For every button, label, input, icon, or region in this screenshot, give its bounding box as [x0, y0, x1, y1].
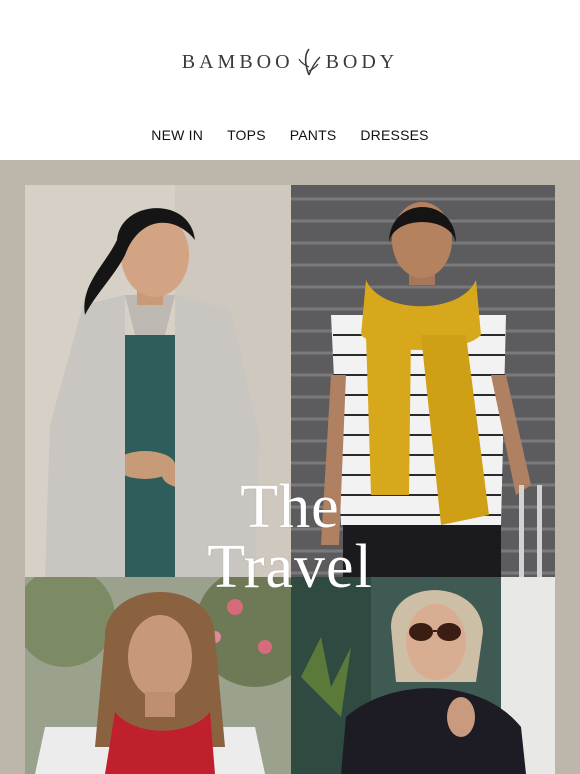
nav-item-new-in[interactable]: NEW IN [139, 124, 215, 146]
bamboo-leaf-icon [298, 48, 321, 76]
nav-item-tops[interactable]: TOPS [215, 124, 278, 146]
nav-item-pants[interactable]: PANTS [278, 124, 349, 146]
logo-word-left: BAMBOO [181, 50, 294, 73]
photo-mustard-scarf[interactable] [291, 185, 555, 577]
logo-word-right: BODY [325, 50, 399, 73]
photo-black-wrap[interactable] [291, 577, 555, 774]
brand-logo[interactable]: BAMBOO BODY [0, 46, 580, 78]
nav-item-dresses[interactable]: DRESSES [348, 124, 440, 146]
photo-grey-wrap[interactable] [25, 185, 291, 577]
hero-banner[interactable]: The Travel [0, 160, 580, 774]
main-nav: NEW IN TOPS PANTS DRESSES [0, 124, 580, 146]
email-header: BAMBOO BODY NEW IN TOPS PANTS DRESSES [0, 0, 580, 160]
photo-red-scarf[interactable] [25, 577, 291, 774]
